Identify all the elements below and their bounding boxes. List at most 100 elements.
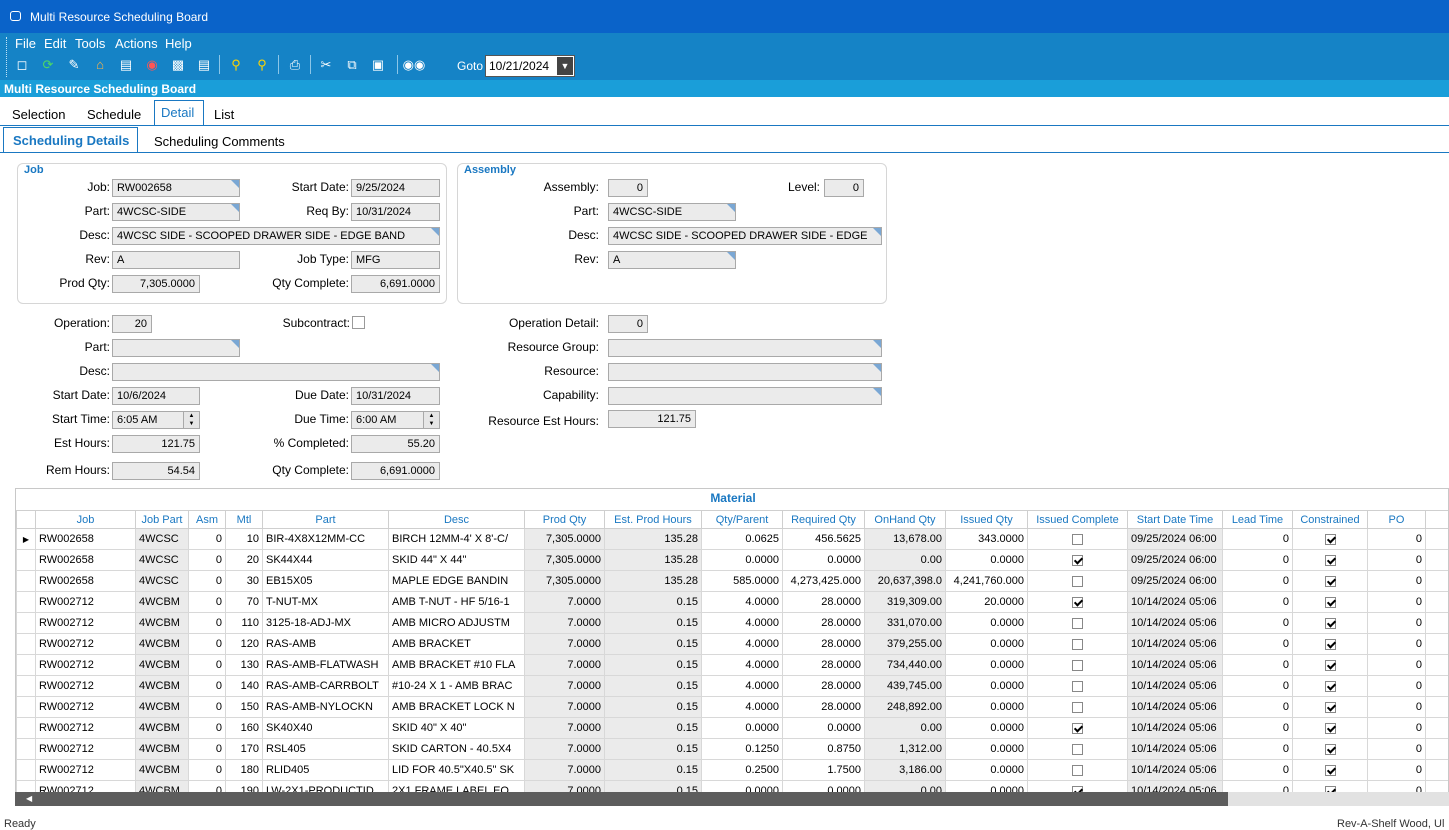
tab-scheduling-details[interactable]: Scheduling Details xyxy=(3,127,138,153)
cell-qtyparent[interactable]: 4.0000 xyxy=(702,655,783,676)
cell-reqqty[interactable]: 28.0000 xyxy=(783,676,865,697)
cell-issued[interactable]: 0.0000 xyxy=(946,634,1028,655)
op-part-field[interactable] xyxy=(112,339,240,357)
cell-part[interactable]: EB15X05 xyxy=(263,571,389,592)
resource-est-hours-field[interactable]: 121.75 xyxy=(608,410,696,428)
cell-lead[interactable]: 0 xyxy=(1223,739,1293,760)
checkbox[interactable] xyxy=(1072,744,1083,755)
row-selector[interactable] xyxy=(17,697,36,718)
cell-esthrs[interactable]: 0.15 xyxy=(605,718,702,739)
cell-issued[interactable]: 0.0000 xyxy=(946,655,1028,676)
cell-issued[interactable]: 0.0000 xyxy=(946,697,1028,718)
cell-desc[interactable]: MAPLE EDGE BANDIN xyxy=(389,571,525,592)
zoom-in-icon[interactable]: ⚲ xyxy=(227,55,245,74)
cell-po[interactable]: 0 xyxy=(1368,592,1426,613)
cell-reqqty[interactable]: 1.7500 xyxy=(783,760,865,781)
start-time-field[interactable]: 6:05 AM▲▼ xyxy=(112,411,200,429)
cell-prodqty[interactable]: 7.0000 xyxy=(525,613,605,634)
constrained-cell[interactable] xyxy=(1293,634,1368,655)
constrained-cell[interactable] xyxy=(1293,550,1368,571)
qty-complete-field[interactable]: 6,691.0000 xyxy=(351,275,440,293)
checkbox[interactable] xyxy=(1325,618,1336,629)
spin-icon[interactable]: ▲▼ xyxy=(183,412,199,428)
cell-desc[interactable]: LID FOR 40.5"X40.5" SK xyxy=(389,760,525,781)
cell-lead[interactable]: 0 xyxy=(1223,550,1293,571)
level-field[interactable]: 0 xyxy=(824,179,864,197)
scroll-left-icon[interactable]: ◀ xyxy=(26,794,32,803)
constrained-cell[interactable] xyxy=(1293,697,1368,718)
cell-prodqty[interactable]: 7.0000 xyxy=(525,760,605,781)
cell-prodqty[interactable]: 7.0000 xyxy=(525,739,605,760)
row-selector[interactable]: ▶ xyxy=(17,529,36,550)
cell-reqqty[interactable]: 456.5625 xyxy=(783,529,865,550)
cell-desc[interactable]: SKID 44" X 44" xyxy=(389,550,525,571)
cell-start[interactable]: 09/25/2024 06:00 xyxy=(1128,571,1223,592)
column-header[interactable]: Asm xyxy=(189,511,226,529)
assembly-field[interactable]: 0 xyxy=(608,179,648,197)
cell-job[interactable]: RW002712 xyxy=(36,760,136,781)
cell-reqqty[interactable]: 28.0000 xyxy=(783,613,865,634)
op-qty-complete-field[interactable]: 6,691.0000 xyxy=(351,462,440,480)
constrained-cell[interactable] xyxy=(1293,718,1368,739)
new-icon[interactable]: ◻ xyxy=(13,55,31,74)
menu-edit[interactable]: Edit xyxy=(44,36,66,51)
cell-job[interactable]: RW002658 xyxy=(36,529,136,550)
column-header[interactable]: Issued Qty xyxy=(946,511,1028,529)
constrained-cell[interactable] xyxy=(1293,613,1368,634)
cell-part[interactable]: RAS-AMB xyxy=(263,634,389,655)
cell-po[interactable]: 0 xyxy=(1368,676,1426,697)
table-row[interactable]: RW0026584WCSC020SK44X44SKID 44" X 44"7,3… xyxy=(17,550,1449,571)
due-time-field[interactable]: 6:00 AM▲▼ xyxy=(351,411,440,429)
copy-icon[interactable]: ⧉ xyxy=(343,55,361,74)
column-header[interactable]: Prod Qty xyxy=(525,511,605,529)
cell-issued[interactable]: 0.0000 xyxy=(946,613,1028,634)
cell-desc[interactable]: SKID CARTON - 40.5X4 xyxy=(389,739,525,760)
cell-jobpart[interactable]: 4WCSC xyxy=(136,571,189,592)
due-date-field[interactable]: 10/31/2024 xyxy=(351,387,440,405)
cell-mtl[interactable]: 130 xyxy=(226,655,263,676)
resource-group-field[interactable] xyxy=(608,339,882,357)
cell-onhand[interactable]: 20,637,398.0 xyxy=(865,571,946,592)
cell-mtl[interactable]: 20 xyxy=(226,550,263,571)
checkbox[interactable] xyxy=(1072,597,1083,608)
print-icon[interactable]: ▩ xyxy=(169,55,187,74)
checkbox[interactable] xyxy=(1072,534,1083,545)
checkbox[interactable] xyxy=(1072,660,1083,671)
alert-icon[interactable]: ◉ xyxy=(143,55,161,74)
checkbox[interactable] xyxy=(1325,534,1336,545)
cell-esthrs[interactable]: 135.28 xyxy=(605,550,702,571)
op-desc-field[interactable] xyxy=(112,363,440,381)
refresh-icon[interactable]: ⟳ xyxy=(39,55,57,74)
op-detail-field[interactable]: 0 xyxy=(608,315,648,333)
cell-jobpart[interactable]: 4WCSC xyxy=(136,529,189,550)
prod-qty-field[interactable]: 7,305.0000 xyxy=(112,275,200,293)
cell-job[interactable]: RW002712 xyxy=(36,613,136,634)
cell-asm[interactable]: 0 xyxy=(189,592,226,613)
cell-mtl[interactable]: 160 xyxy=(226,718,263,739)
cell-reqqty[interactable]: 4,273,425.000 xyxy=(783,571,865,592)
cell-part[interactable]: RSL405 xyxy=(263,739,389,760)
cell-lead[interactable]: 0 xyxy=(1223,571,1293,592)
cell-part[interactable]: RAS-AMB-FLATWASH xyxy=(263,655,389,676)
cell-esthrs[interactable]: 0.15 xyxy=(605,676,702,697)
checkbox[interactable] xyxy=(1072,555,1083,566)
req-by-field[interactable]: 10/31/2024 xyxy=(351,203,440,221)
cell-issued[interactable]: 0.0000 xyxy=(946,550,1028,571)
cell-lead[interactable]: 0 xyxy=(1223,655,1293,676)
cell-prodqty[interactable]: 7.0000 xyxy=(525,676,605,697)
cell-jobpart[interactable]: 4WCBM xyxy=(136,676,189,697)
checkbox[interactable] xyxy=(1072,702,1083,713)
cell-issued[interactable]: 343.0000 xyxy=(946,529,1028,550)
checkbox[interactable] xyxy=(1325,765,1336,776)
cell-reqqty[interactable]: 28.0000 xyxy=(783,697,865,718)
checkbox[interactable] xyxy=(1325,597,1336,608)
constrained-cell[interactable] xyxy=(1293,592,1368,613)
cell-qtyparent[interactable]: 4.0000 xyxy=(702,634,783,655)
cell-qtyparent[interactable]: 0.0000 xyxy=(702,718,783,739)
checkbox[interactable] xyxy=(1325,555,1336,566)
cell-reqqty[interactable]: 0.0000 xyxy=(783,550,865,571)
cell-mtl[interactable]: 10 xyxy=(226,529,263,550)
table-row[interactable]: RW0027124WCBM0150RAS-AMB-NYLOCKNAMB BRAC… xyxy=(17,697,1449,718)
column-header[interactable] xyxy=(17,511,36,529)
cell-po[interactable]: 0 xyxy=(1368,613,1426,634)
